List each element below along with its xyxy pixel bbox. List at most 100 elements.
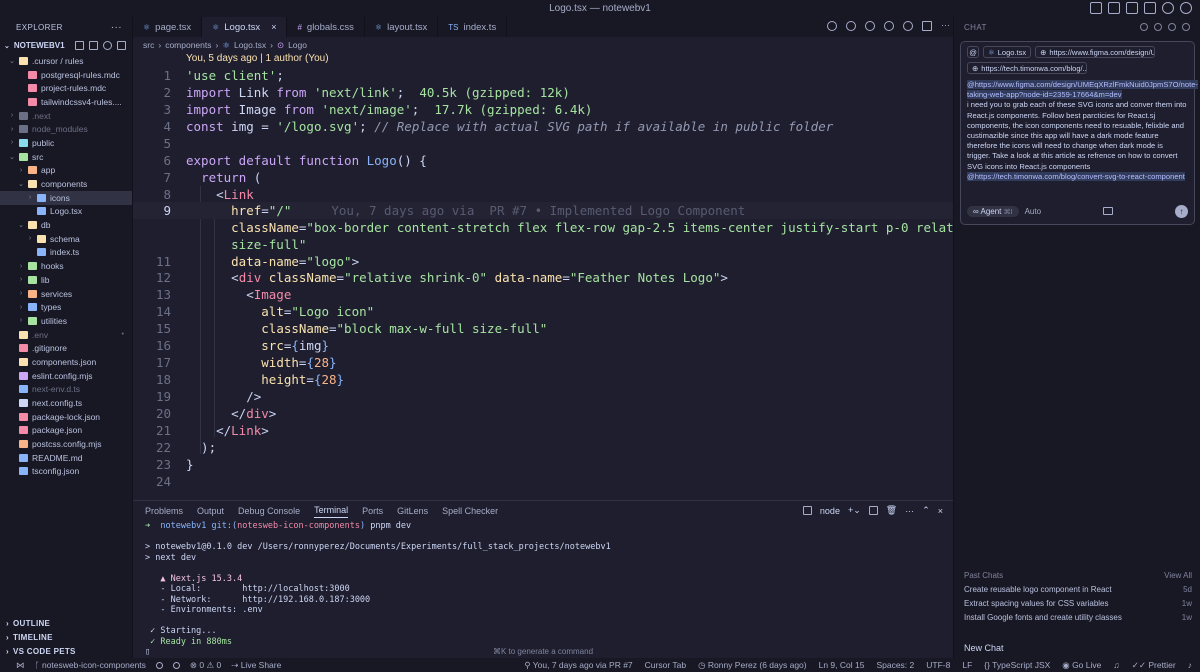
split-terminal-icon[interactable] [868,506,878,515]
terminal-output[interactable]: ➜ notewebv1 git:(notesweb-icon-component… [133,521,953,658]
problems-status[interactable]: ⊗ 0 ⚠ 0 [190,660,221,671]
file-item[interactable]: postcss.config.mjs [0,437,132,451]
past-chat-item[interactable]: Extract spacing values for CSS variables… [964,596,1192,610]
tab-index-ts[interactable]: TS index.ts [438,17,508,37]
remote-icon[interactable]: ⋈ [16,660,25,671]
folder-item[interactable]: › .next [0,109,132,123]
blame-status[interactable]: ⚲ You, 7 days ago via PR #7 [524,660,632,671]
file-item[interactable]: components.json [0,355,132,369]
file-item[interactable]: index.ts [0,246,132,260]
file-item[interactable]: project-rules.mdc [0,81,132,95]
codelens-blame[interactable]: You, 5 days ago | 1 author (You) [186,53,329,64]
go-live-status[interactable]: ◉ Go Live [1062,660,1101,671]
account-icon[interactable] [1180,2,1192,14]
breadcrumb-item[interactable]: Logo [288,40,307,50]
chat-composer[interactable]: @ ⚛ Logo.tsx ⊕ https://www.figma.com/desig… [960,41,1198,225]
past-chat-item[interactable]: Install Google fonts and create utility … [964,610,1192,624]
tab-page-tsx[interactable]: ⚛ page.tsx [133,17,203,37]
cursor-tab-status[interactable]: Cursor Tab [645,660,686,670]
tab-logo-tsx[interactable]: ⚛ Logo.tsx × [202,17,288,37]
inline-blame[interactable]: You, 7 days ago via PR #7 • Implemented … [331,203,745,218]
git-icon[interactable] [846,21,856,31]
live-share-status[interactable]: ⇢ Live Share [231,660,281,671]
close-icon[interactable]: × [271,22,276,32]
outline-section[interactable]: › OUTLINE [0,616,133,630]
project-root[interactable]: ⌄ NOTEWEBV1 [0,37,132,54]
add-context-button[interactable]: @ [967,46,979,58]
timeline-section[interactable]: › TIMELINE [0,630,133,644]
folder-item[interactable]: › services [0,287,132,301]
folder-item[interactable]: › public [0,136,132,150]
tab-terminal[interactable]: Terminal [314,505,349,518]
cursor-position[interactable]: Ln 9, Col 15 [819,660,865,670]
bell-icon[interactable]: ♪ [1188,660,1192,670]
more-actions-icon[interactable]: ··· [905,506,914,516]
language-status[interactable]: {} TypeScript JSX [984,660,1050,670]
tab-output[interactable]: Output [197,506,224,516]
agent-mode-select[interactable]: ∞ Agent ⌘I [967,205,1019,217]
settings-icon[interactable] [1162,2,1174,14]
more-actions-icon[interactable] [1168,23,1176,31]
terminal-name[interactable]: node [820,506,840,516]
folder-item[interactable]: › app [0,164,132,178]
folder-item[interactable]: › icons [0,190,132,205]
tab-ports[interactable]: Ports [362,506,383,516]
folder-item[interactable]: ⌄ .cursor / rules [0,54,132,68]
run-icon[interactable] [884,21,894,31]
folder-item[interactable]: › schema [0,232,132,246]
toggle-panel-icon[interactable] [1108,2,1120,14]
code-editor[interactable]: You, 5 days ago | 1 author (You) 1 'use c… [133,53,976,498]
eol-status[interactable]: LF [962,660,972,670]
file-item[interactable]: tsconfig.json [0,465,132,479]
tab-layout-tsx[interactable]: ⚛ layout.tsx [365,17,439,37]
file-item[interactable]: postgresql-rules.mdc [0,68,132,82]
close-icon[interactable] [1182,23,1190,31]
customize-layout-icon[interactable] [1144,2,1156,14]
new-chat-icon[interactable] [1140,23,1148,31]
context-chip[interactable]: ⚛ Logo.tsx [983,46,1032,58]
sync-icon[interactable] [155,661,163,669]
file-item[interactable]: package.json [0,424,132,438]
breadcrumb-item[interactable]: Logo.tsx [234,40,266,50]
new-folder-icon[interactable] [88,41,98,50]
collapse-all-icon[interactable] [116,41,126,50]
toggle-sidebar-icon[interactable] [1090,2,1102,14]
past-chat-item[interactable]: Create reusable logo component in React 5… [964,582,1192,596]
new-terminal-icon[interactable]: +⌄ [848,505,861,516]
file-item[interactable]: Logo.tsx [0,205,132,219]
breadcrumb-item[interactable]: src [143,40,154,50]
timeline-icon[interactable] [865,21,875,31]
more-actions-icon[interactable]: ··· [111,22,122,33]
split-editor-icon[interactable] [922,21,932,31]
new-file-icon[interactable] [74,41,84,50]
folder-item[interactable]: › utilities [0,314,132,328]
send-button[interactable]: ↑ [1174,204,1188,218]
model-select[interactable]: Auto [1025,207,1041,216]
file-item[interactable]: next.config.ts [0,396,132,410]
refresh-icon[interactable] [102,41,112,50]
file-item[interactable]: .env • [0,328,132,342]
maximize-panel-icon[interactable]: ⌃ [922,505,930,516]
toggle-secondary-sidebar-icon[interactable] [1126,2,1138,14]
folder-item[interactable]: › hooks [0,259,132,273]
history-icon[interactable] [1154,23,1162,31]
encoding-status[interactable]: UTF-8 [926,660,950,670]
folder-item[interactable]: › lib [0,273,132,287]
url-mention[interactable]: @https://tech.timonwa.com/blog/convert-s… [967,171,1185,181]
prettier-status[interactable]: ✓✓ Prettier [1132,660,1176,671]
context-chip[interactable]: ⊕ https://www.figma.com/design/U... [1035,46,1156,58]
file-item[interactable]: next-env.d.ts [0,383,132,397]
tab-problems[interactable]: Problems [145,506,183,516]
context-chip[interactable]: ⊕ https://tech.timonwa.com/blog/... [967,62,1087,74]
chat-message-input[interactable]: @https://www.figma.com/design/UMEqXRzlFm… [967,80,1198,182]
folder-item[interactable]: › node_modules [0,122,132,136]
breadcrumb-item[interactable]: components [165,40,211,50]
close-icon[interactable]: × [938,506,943,516]
notifications-icon[interactable]: ♫ [1113,660,1119,670]
file-item[interactable]: tailwindcssv4-rules.... [0,95,132,109]
new-chat-button[interactable]: New Chat [964,643,1004,653]
tab-debug-console[interactable]: Debug Console [238,506,300,516]
generate-command-hint[interactable]: ⌘K to generate a command [133,647,953,656]
url-mention[interactable]: @https://www.figma.com/design/UMEqXRzlFm… [967,80,1198,100]
folder-item[interactable]: ⌄ db [0,218,132,232]
